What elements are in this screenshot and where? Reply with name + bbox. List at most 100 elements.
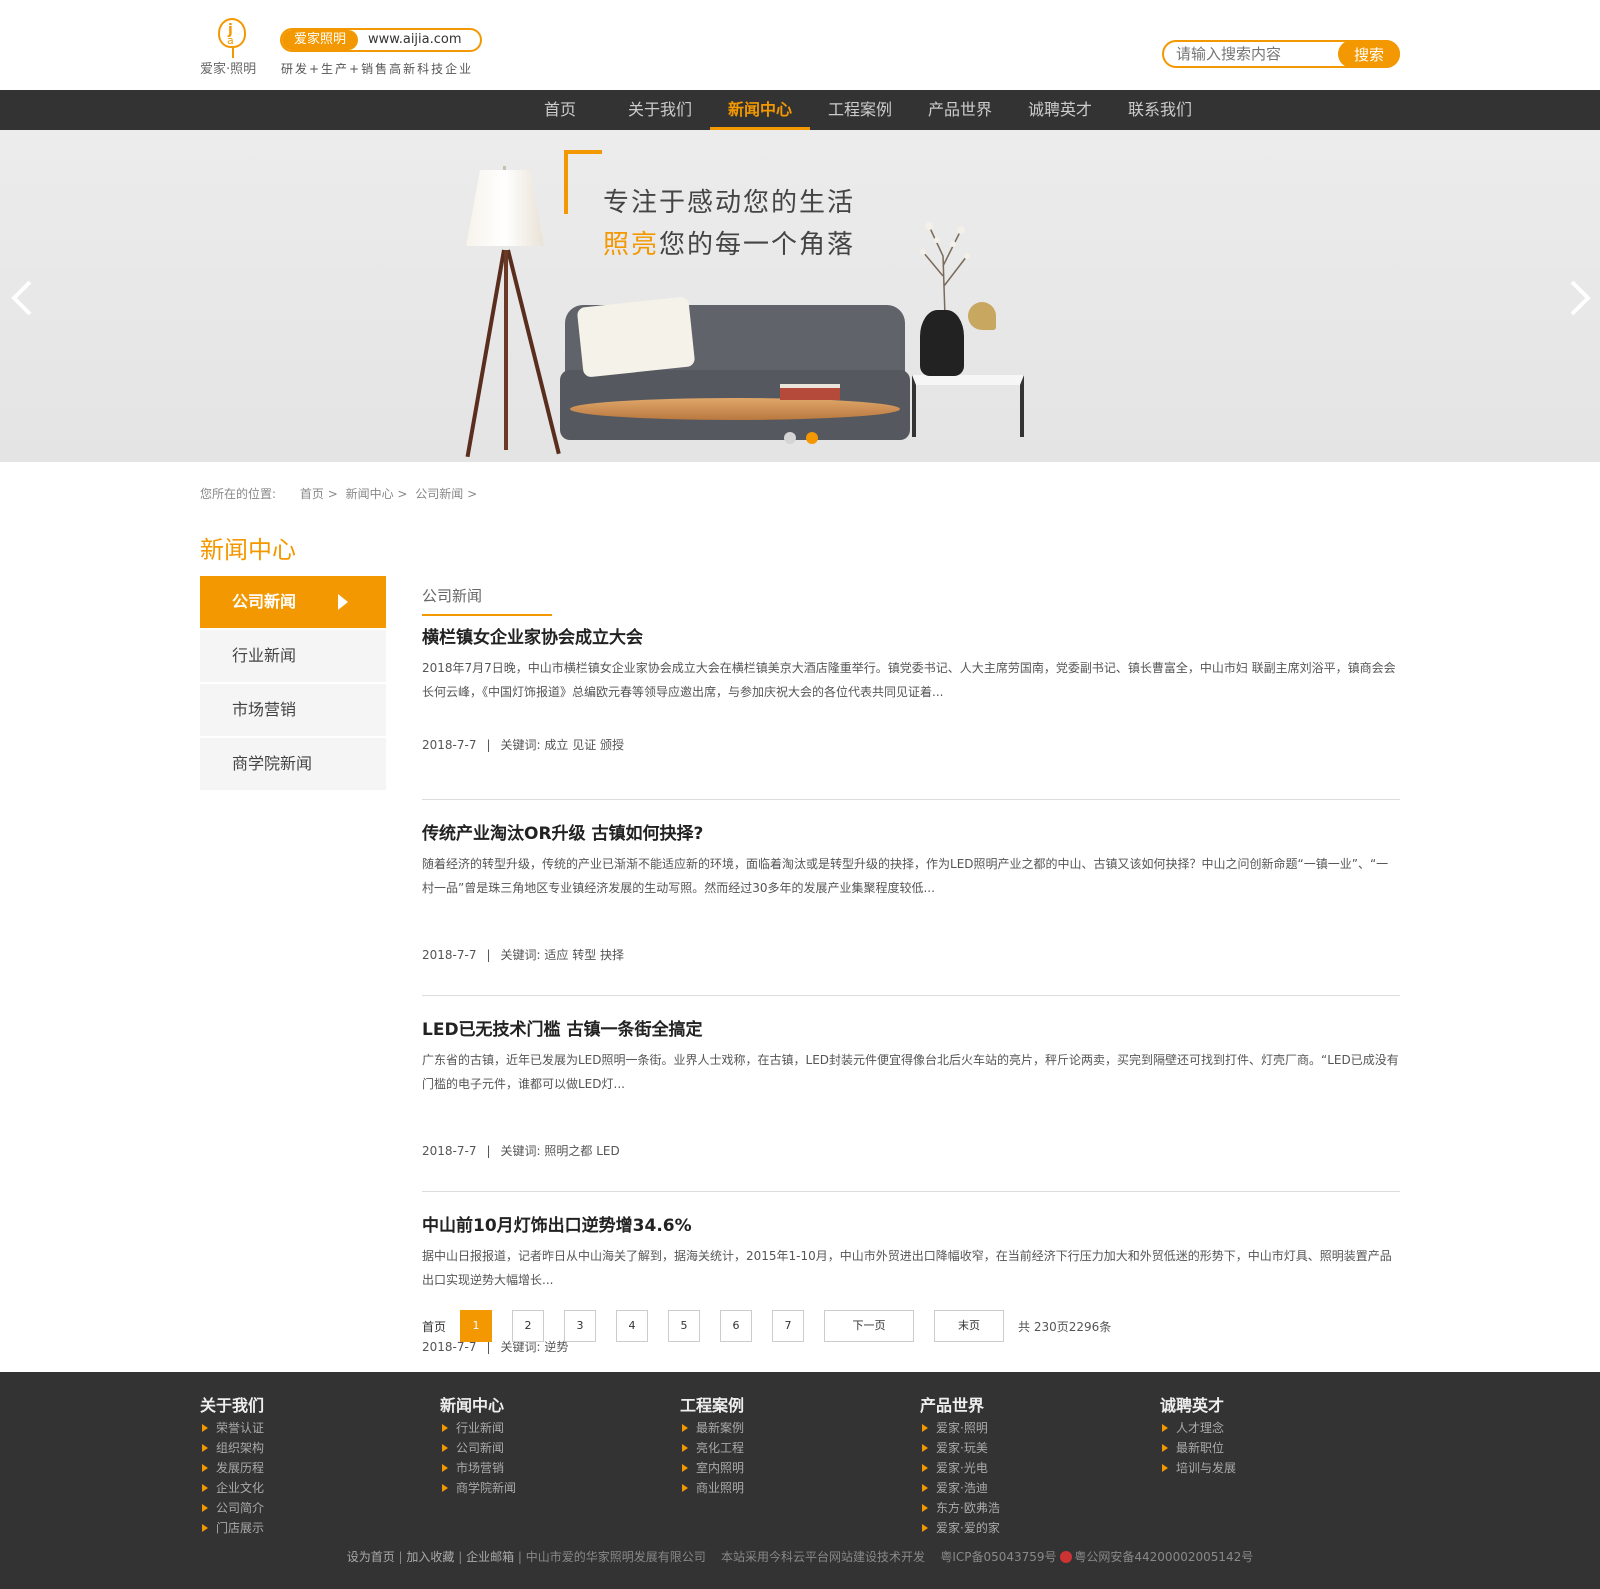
footer-column: 诚聘英才 人才理念 最新职位 培训与发展 <box>1160 1392 1400 1538</box>
page-number-button[interactable]: 3 <box>564 1310 597 1342</box>
page-number-button[interactable]: 6 <box>720 1310 753 1342</box>
sidebar-item-label: 公司新闻 <box>232 592 297 611</box>
footer-link[interactable]: 室内照明 <box>680 1458 920 1478</box>
breadcrumb-home[interactable]: 首页 > <box>300 487 338 501</box>
nav-item[interactable]: 关于我们 <box>610 90 710 130</box>
footer-link[interactable]: 市场营销 <box>440 1458 680 1478</box>
article-meta: 2018-7-7 | 关键词: 成立 见证 颁授 <box>422 736 624 753</box>
article-title[interactable]: 中山前10月灯饰出口逆势增34.6% <box>422 1214 1400 1238</box>
footer-link[interactable]: 最新案例 <box>680 1418 920 1438</box>
keyword-label: 关键词: <box>500 1144 541 1158</box>
footer-link[interactable]: 行业新闻 <box>440 1418 680 1438</box>
keyword-label: 关键词: <box>500 738 541 752</box>
page-number-button[interactable]: 4 <box>616 1310 649 1342</box>
search-box: 搜索 <box>1162 40 1400 68</box>
footer-column: 产品世界 爱家·照明 爱家·玩美 爱家·光电 爱家·浩迪 东方·欧弗浩 爱家·爱的家 <box>920 1392 1160 1538</box>
footer-link[interactable]: 门店展示 <box>200 1518 440 1538</box>
article-title[interactable]: 横栏镇女企业家协会成立大会 <box>422 626 1400 650</box>
first-page-link[interactable]: 首页 <box>422 1318 446 1335</box>
article-keywords[interactable]: 适应 转型 抉择 <box>544 948 624 962</box>
article-summary: 2018年7月7日晚，中山市横栏镇女企业家协会成立大会在横栏镇美京大酒店隆重举行… <box>422 661 1396 699</box>
footer-column-title[interactable]: 产品世界 <box>920 1392 1160 1416</box>
article-title[interactable]: 传统产业淘汰OR升级 古镇如何抉择? <box>422 822 1400 846</box>
banner-dot-active[interactable] <box>806 432 818 444</box>
footer-column-title[interactable]: 工程案例 <box>680 1392 920 1416</box>
breadcrumb-company-news[interactable]: 公司新闻 > <box>415 487 477 501</box>
footer-link[interactable]: 企业文化 <box>200 1478 440 1498</box>
footer-column-title[interactable]: 诚聘英才 <box>1160 1392 1400 1416</box>
nav-item[interactable]: 工程案例 <box>810 90 910 130</box>
nav-item[interactable]: 联系我们 <box>1110 90 1210 130</box>
page-number-button[interactable]: 7 <box>772 1310 805 1342</box>
add-favorite-link[interactable]: 加入收藏 <box>406 1550 454 1564</box>
footer-link[interactable]: 公司简介 <box>200 1498 440 1518</box>
footer-link[interactable]: 爱家·照明 <box>920 1418 1160 1438</box>
nav-item[interactable]: 产品世界 <box>910 90 1010 130</box>
article-title[interactable]: LED已无技术门槛 古镇一条街全搞定 <box>422 1018 1400 1042</box>
footer-link[interactable]: 爱家·爱的家 <box>920 1518 1160 1538</box>
sidebar-item[interactable]: 市场营销 <box>200 684 386 736</box>
footer-link[interactable]: 东方·欧弗浩 <box>920 1498 1160 1518</box>
brand-url-pill: 爱家照明 www.aijia.com <box>280 28 482 52</box>
set-homepage-link[interactable]: 设为首页 <box>347 1550 395 1564</box>
breadcrumb-news[interactable]: 新闻中心 > <box>346 487 408 501</box>
sidebar-item[interactable]: 公司新闻 <box>200 576 386 628</box>
nav-item[interactable]: 新闻中心 <box>710 90 810 130</box>
banner-bracket-decoration <box>564 150 602 214</box>
police-number[interactable]: 粤公网安备44200002005142号 <box>1074 1550 1253 1564</box>
footer-link[interactable]: 公司新闻 <box>440 1438 680 1458</box>
footer-link[interactable]: 爱家·光电 <box>920 1458 1160 1478</box>
footer-link[interactable]: 发展历程 <box>200 1458 440 1478</box>
footer-link[interactable]: 商业照明 <box>680 1478 920 1498</box>
page-number-button[interactable]: 2 <box>512 1310 545 1342</box>
footer-link[interactable]: 最新职位 <box>1160 1438 1400 1458</box>
footer-link[interactable]: 商学院新闻 <box>440 1478 680 1498</box>
police-badge-icon <box>1060 1551 1073 1563</box>
footer-link[interactable]: 组织架构 <box>200 1438 440 1458</box>
footer-link[interactable]: 培训与发展 <box>1160 1458 1400 1478</box>
breadcrumb-label: 您所在的位置: <box>200 487 277 501</box>
list-item: 中山前10月灯饰出口逆势增34.6% 据中山日报报道，记者昨日从中山海关了解到，据… <box>422 1214 1400 1388</box>
icp-number[interactable]: 粤ICP备05043759号 <box>940 1550 1056 1564</box>
footer-link[interactable]: 人才理念 <box>1160 1418 1400 1438</box>
meta-separator: | <box>486 1144 491 1158</box>
site-footer: 关于我们 荣誉认证 组织架构 发展历程 企业文化 公司简介 门店展示 新闻中心 行业新闻 公司新闻… <box>0 1372 1600 1589</box>
site-logo[interactable]: j a 爱家·照明 <box>200 18 270 77</box>
nav-item[interactable]: 首页 <box>510 90 610 130</box>
footer-link[interactable]: 荣誉认证 <box>200 1418 440 1438</box>
banner-prev-arrow-icon[interactable] <box>10 278 34 318</box>
lightbulb-logo-icon: j a <box>218 18 246 58</box>
article-date: 2018-7-7 <box>422 1340 477 1354</box>
pillow-image <box>576 296 696 378</box>
footer-link[interactable]: 爱家·浩迪 <box>920 1478 1160 1498</box>
search-button[interactable]: 搜索 <box>1338 40 1400 68</box>
company-mail-link[interactable]: 企业邮箱 <box>466 1550 514 1564</box>
footer-column-title[interactable]: 新闻中心 <box>440 1392 680 1416</box>
banner-next-arrow-icon[interactable] <box>1568 278 1592 318</box>
article-summary: 随着经济的转型升级，传统的产业已渐渐不能适应新的环境，面临着淘汰或是转型升级的抉… <box>422 857 1389 895</box>
article-keywords[interactable]: 成立 见证 颁授 <box>544 738 624 752</box>
banner-dot[interactable] <box>784 432 796 444</box>
sidebar-item[interactable]: 行业新闻 <box>200 630 386 682</box>
article-keywords[interactable]: 照明之都 LED <box>544 1144 619 1158</box>
banner-subheadline: 照亮您的每一个角落 <box>603 230 856 260</box>
article-summary: 据中山日报报道，记者昨日从中山海关了解到，据海关统计，2015年1-10月，中山… <box>422 1249 1392 1287</box>
branches-decoration <box>920 222 970 316</box>
slogan: 研发+生产+销售高新科技企业 <box>281 62 474 76</box>
brand-label: 爱家照明 <box>282 30 359 50</box>
last-page-button[interactable]: 末页 <box>934 1310 1005 1342</box>
page-number-button[interactable]: 5 <box>668 1310 701 1342</box>
article-keywords[interactable]: 逆势 <box>544 1340 568 1354</box>
site-url: www.aijia.com <box>368 32 462 47</box>
sidebar-item[interactable]: 商学院新闻 <box>200 738 386 790</box>
footer-link[interactable]: 亮化工程 <box>680 1438 920 1458</box>
footer-column-title[interactable]: 关于我们 <box>200 1392 440 1416</box>
next-page-button[interactable]: 下一页 <box>824 1310 915 1342</box>
search-input[interactable] <box>1176 45 1336 63</box>
nav-item[interactable]: 诚聘英才 <box>1010 90 1110 130</box>
article-summary: 广东省的古镇，近年已发展为LED照明一条街。业界人士戏称，在古镇，LED封装元件… <box>422 1053 1399 1091</box>
logo-text: 爱家·照明 <box>200 62 257 77</box>
footer-link[interactable]: 爱家·玩美 <box>920 1438 1160 1458</box>
page-number-button[interactable]: 1 <box>460 1310 493 1342</box>
list-tab-title: 公司新闻 <box>422 576 1400 616</box>
